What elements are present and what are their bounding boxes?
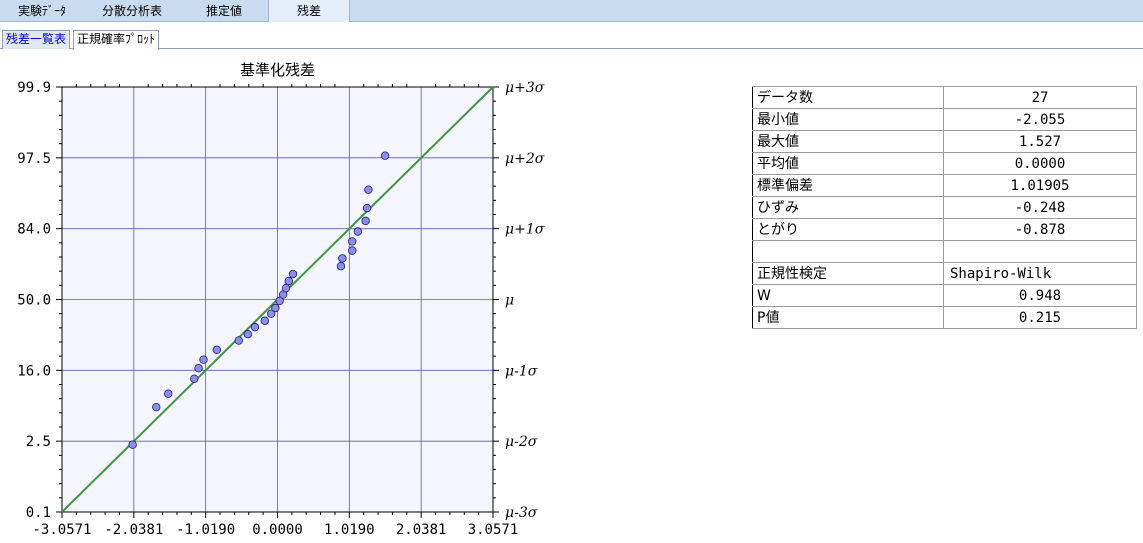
stats-value: Shapiro-Wilk [943, 262, 1137, 285]
stats-label: 最大値 [752, 130, 944, 153]
stats-row: ひずみ -0.248 [752, 196, 1137, 219]
x-tick-label: 2.0381 [396, 522, 447, 538]
stats-value: 1.01905 [943, 174, 1137, 197]
data-point [281, 283, 291, 293]
y-tick-label-left: 97.5 [17, 151, 51, 167]
main-tab-bar: 実験ﾃﾞｰﾀ 分散分析表 推定値 残差 [0, 0, 1143, 22]
y-tick-label-left: 16.0 [17, 363, 51, 379]
y-tick-label-right: μ-2σ [505, 434, 538, 450]
stats-label: P値 [752, 306, 944, 329]
x-tick-label: -2.0381 [104, 522, 163, 538]
data-point [362, 203, 372, 213]
tab-experiment-data[interactable]: 実験ﾃﾞｰﾀ [0, 0, 84, 22]
y-tick-label-right: μ [505, 293, 514, 309]
y-tick-label-left: 50.0 [17, 293, 51, 309]
chart-title: 基準化残差 [240, 61, 315, 79]
stats-row: 正規性検定 Shapiro-Wilk [752, 262, 1137, 285]
data-point [284, 276, 293, 286]
data-point [338, 254, 347, 263]
data-point [348, 246, 357, 255]
stats-value: 0.948 [943, 284, 1137, 307]
stats-value: -0.248 [943, 196, 1137, 219]
x-tick-label: 0.0000 [252, 522, 303, 538]
data-point [152, 402, 161, 412]
stats-label: 平均値 [752, 152, 944, 175]
data-point [234, 336, 243, 345]
stats-row: 標準偏差 1.01905 [752, 174, 1137, 197]
data-point [348, 237, 357, 246]
stats-value: 0.215 [943, 306, 1137, 329]
stats-row: W 0.948 [752, 284, 1137, 307]
data-point [194, 364, 203, 373]
data-point [361, 216, 370, 226]
subtab-residual-list[interactable]: 残差一覧表 [2, 30, 71, 49]
stats-row: とがり -0.878 [752, 218, 1137, 241]
stats-row [752, 240, 1137, 263]
x-tick-label: 3.0571 [468, 522, 519, 538]
stats-row: 最大値 1.527 [752, 130, 1137, 153]
sub-tab-bar: 残差一覧表 正規確率ﾌﾟﾛｯﾄ [0, 23, 1143, 50]
y-tick-label-left: 2.5 [26, 434, 51, 450]
stats-label: とがり [752, 218, 944, 241]
data-point [288, 269, 298, 279]
x-tick-label: -1.0190 [176, 522, 235, 538]
stats-value: -0.878 [943, 218, 1137, 241]
stats-row: データ数 27 [752, 86, 1137, 109]
stats-row: P値 0.215 [752, 306, 1137, 329]
data-point [128, 440, 137, 449]
data-point [199, 355, 208, 364]
stats-value: 1.527 [943, 130, 1137, 153]
data-point [353, 227, 363, 236]
x-tick-label: 1.0190 [324, 522, 375, 538]
stats-row: 平均値 0.0000 [752, 152, 1137, 175]
stats-label: 最小値 [752, 108, 944, 131]
x-tick-label: -3.0571 [32, 522, 91, 538]
y-tick-label-right: μ-3σ [505, 505, 538, 521]
data-point [164, 389, 173, 398]
stats-label [752, 240, 944, 263]
y-tick-label-right: μ+1σ [505, 222, 545, 238]
stats-label: ひずみ [752, 196, 944, 219]
data-point [380, 151, 390, 160]
stats-row: 最小値 -2.055 [752, 108, 1137, 131]
y-tick-label-left: 84.0 [17, 222, 51, 238]
y-tick-label-left: 99.9 [17, 80, 51, 96]
statistics-table: データ数 27 最小値 -2.055 最大値 1.527 平均値 0.0000 標準偏差 1.01… [752, 86, 1137, 329]
y-tick-label-right: μ+2σ [505, 151, 545, 167]
stats-label: データ数 [752, 86, 944, 109]
data-point [190, 374, 199, 384]
normal-probability-plot: -3.0571 -2.0381 -1.0190 0.0000 1.0190 2.0381 3… [17, 61, 545, 538]
stats-value: 0.0000 [943, 152, 1137, 175]
stats-label: W [752, 284, 944, 307]
tab-anova-table[interactable]: 分散分析表 [88, 0, 176, 22]
tab-estimates[interactable]: 推定値 [180, 0, 268, 22]
y-tick-label-right: μ-1σ [505, 363, 538, 379]
data-point [364, 185, 373, 194]
stats-label: 標準偏差 [752, 174, 944, 197]
stats-value: -2.055 [943, 108, 1137, 131]
tab-residuals[interactable]: 残差 [268, 0, 350, 22]
data-point [243, 330, 253, 339]
data-point [336, 262, 346, 271]
y-tick-label-left: 0.1 [26, 505, 51, 521]
y-tick-label-right: μ+3σ [505, 80, 545, 96]
subtab-normal-probability-plot[interactable]: 正規確率ﾌﾟﾛｯﾄ [73, 30, 160, 50]
stats-label: 正規性検定 [752, 262, 944, 285]
stats-value [943, 240, 1137, 263]
stats-value: 27 [943, 86, 1137, 109]
data-point [260, 316, 270, 325]
data-point [250, 322, 260, 332]
data-point [271, 303, 280, 313]
data-point [212, 345, 222, 354]
